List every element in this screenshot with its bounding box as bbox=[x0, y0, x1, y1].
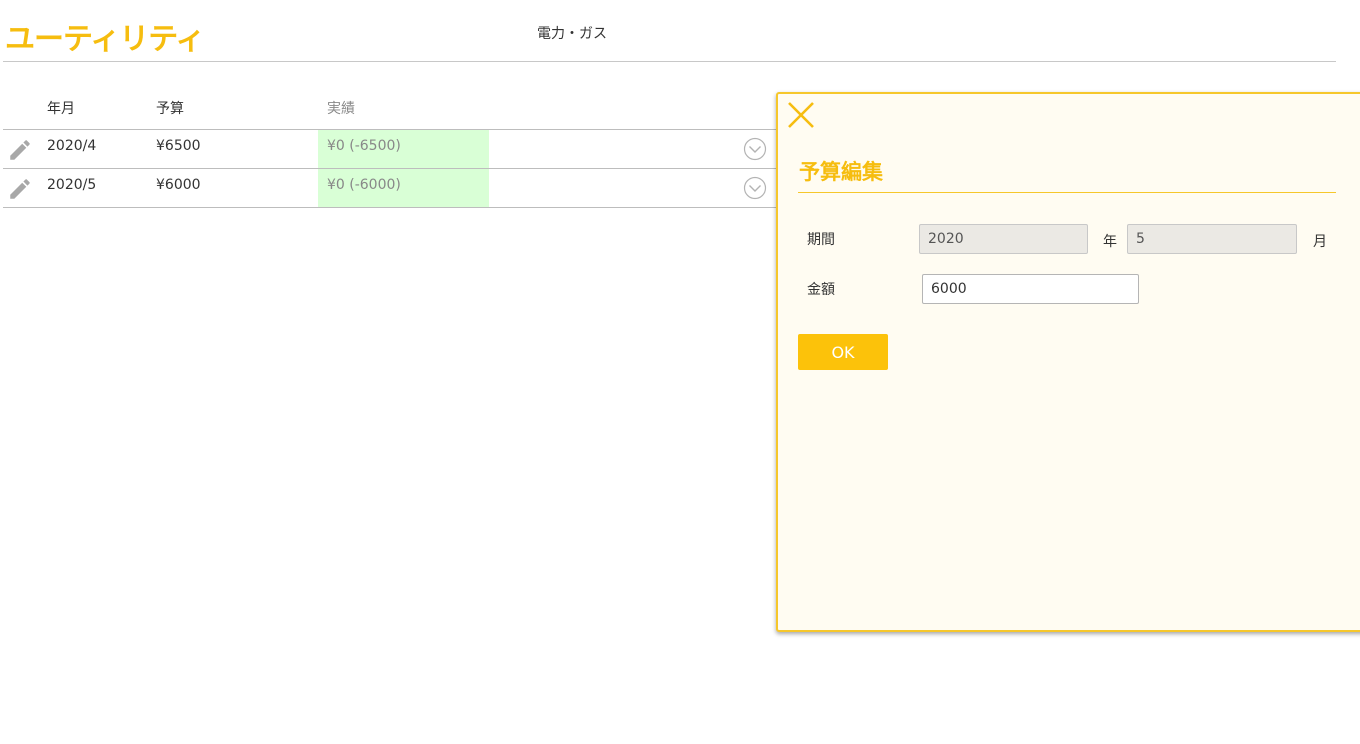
row-budget: ¥6000 bbox=[156, 177, 201, 193]
period-label: 期間 bbox=[807, 232, 835, 248]
column-header-month: 年月 bbox=[47, 101, 75, 117]
year-field[interactable] bbox=[919, 224, 1088, 254]
amount-field[interactable] bbox=[922, 274, 1139, 304]
month-unit: 月 bbox=[1313, 234, 1327, 250]
month-field[interactable] bbox=[1127, 224, 1297, 254]
chevron-down-circle-icon[interactable] bbox=[743, 137, 767, 161]
panel-divider bbox=[798, 192, 1336, 193]
column-header-budget: 予算 bbox=[156, 101, 184, 117]
row-budget: ¥6500 bbox=[156, 138, 201, 154]
page-subtitle: 電力・ガス bbox=[537, 26, 607, 42]
budget-table: 年月 予算 実績 2020/4 ¥6500 ¥0 (-6500) 2020/5 … bbox=[3, 88, 776, 208]
table-row: 2020/4 ¥6500 ¥0 (-6500) bbox=[3, 130, 776, 169]
pencil-icon[interactable] bbox=[7, 137, 33, 163]
year-unit: 年 bbox=[1103, 234, 1117, 250]
column-header-actual: 実績 bbox=[327, 101, 355, 117]
table-header: 年月 予算 実績 bbox=[3, 88, 776, 130]
close-icon[interactable] bbox=[786, 100, 816, 130]
page-title: ユーティリティ bbox=[5, 22, 205, 57]
row-month: 2020/4 bbox=[47, 138, 97, 154]
chevron-down-circle-icon[interactable] bbox=[743, 176, 767, 200]
title-divider bbox=[3, 61, 1336, 62]
row-actual: ¥0 (-6000) bbox=[318, 169, 489, 207]
budget-edit-panel: 予算編集 期間 年 月 金額 OK bbox=[776, 92, 1360, 632]
ok-button[interactable]: OK bbox=[798, 334, 888, 370]
pencil-icon[interactable] bbox=[7, 176, 33, 202]
amount-label: 金額 bbox=[807, 282, 835, 298]
table-row: 2020/5 ¥6000 ¥0 (-6000) bbox=[3, 169, 776, 208]
row-actual: ¥0 (-6500) bbox=[318, 130, 489, 168]
panel-title: 予算編集 bbox=[799, 160, 883, 184]
row-month: 2020/5 bbox=[47, 177, 97, 193]
